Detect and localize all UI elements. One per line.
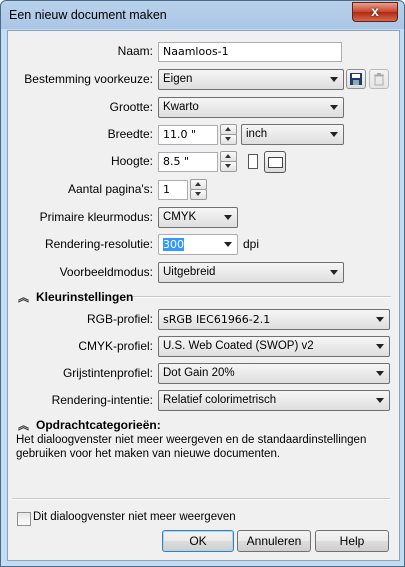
- spin-down-icon[interactable]: [220, 161, 237, 172]
- spin-down-icon[interactable]: [220, 134, 237, 145]
- chevron-down-icon: [376, 371, 384, 376]
- chevron-down-icon: [376, 317, 384, 322]
- category-description: Het dialoogvenster niet meer weergeven e…: [16, 434, 367, 460]
- naam-label: Naam:: [117, 44, 153, 58]
- kleurmodus-value: CMYK: [163, 211, 197, 223]
- category-title: Opdrachtcategorieën:: [36, 418, 161, 432]
- chevron-down-icon: [330, 105, 338, 110]
- delete-preset-button[interactable]: [369, 69, 389, 89]
- grootte-value: Kwarto: [163, 101, 199, 113]
- hoogte-label: Hoogte:: [110, 154, 153, 168]
- trash-icon: [374, 73, 384, 86]
- row-voorbeeld: Voorbeeldmodus: Uitgebreid: [8, 262, 399, 284]
- kleurmodus-label: Primaire kleurmodus:: [39, 210, 153, 224]
- resolutie-label: Rendering-resolutie:: [44, 237, 153, 251]
- row-rgb: RGB-profiel: sRGB IEC61966-2.1: [8, 309, 399, 331]
- row-kleurmodus: Primaire kleurmodus: CMYK: [8, 207, 399, 229]
- section-divider: [133, 296, 391, 298]
- row-naam: Naam: Naamloos-1: [8, 41, 399, 63]
- unit-select[interactable]: inch: [241, 124, 344, 145]
- cancel-button[interactable]: Annuleren: [237, 530, 311, 552]
- voorbeeld-select[interactable]: Uitgebreid: [158, 262, 344, 283]
- unit-value: inch: [246, 128, 268, 140]
- dont-show-checkbox[interactable]: [17, 512, 31, 526]
- chevron-down-icon: [330, 77, 338, 82]
- voorbeeld-value: Uitgebreid: [163, 266, 216, 278]
- row-hoogte: Hoogte: 8.5 ": [8, 151, 399, 173]
- kleurmodus-select[interactable]: CMYK: [158, 207, 238, 228]
- rgb-value: sRGB IEC61966-2.1: [163, 313, 271, 326]
- category-header[interactable]: ︽ Opdrachtcategorieën:: [16, 417, 386, 433]
- breedte-input[interactable]: 11.0 ": [158, 125, 218, 145]
- breedte-label: Breedte:: [107, 127, 153, 141]
- chevron-down-icon: [224, 215, 232, 220]
- paginas-spinner[interactable]: [190, 179, 207, 200]
- save-preset-button[interactable]: [346, 69, 366, 89]
- grijs-profile-select[interactable]: Dot Gain 20%: [158, 363, 390, 384]
- landscape-orientation-button[interactable]: [264, 151, 286, 173]
- row-grootte: Grootte: Kwarto: [8, 97, 399, 119]
- naam-input[interactable]: Naamloos-1: [158, 42, 342, 62]
- help-button[interactable]: Help: [315, 530, 389, 552]
- color-settings-title: Kleurinstellingen: [36, 290, 134, 304]
- collapse-icon: ︽: [18, 292, 29, 304]
- title-bar[interactable]: Een nieuw document maken x: [1, 1, 404, 29]
- dialog-body: Naam: Naamloos-1 Bestemming voorkeuze: E…: [7, 30, 400, 561]
- resolutie-value: 300: [163, 238, 184, 251]
- paginas-label: Aantal pagina's:: [67, 182, 153, 196]
- intentie-label: Rendering-intentie:: [51, 393, 153, 407]
- bestemming-value: Eigen: [163, 73, 193, 85]
- paginas-input[interactable]: 1: [158, 180, 188, 200]
- chevron-down-icon: [330, 132, 338, 137]
- grootte-select[interactable]: Kwarto: [158, 97, 344, 118]
- row-breedte: Breedte: 11.0 " inch: [8, 124, 399, 146]
- hoogte-input[interactable]: 8.5 ": [158, 152, 218, 172]
- bestemming-label: Bestemming voorkeuze:: [24, 72, 153, 86]
- bestemming-select[interactable]: Eigen: [158, 69, 344, 90]
- cmyk-profile-select[interactable]: U.S. Web Coated (SWOP) v2: [158, 336, 390, 357]
- grijs-value: Dot Gain 20%: [163, 367, 235, 379]
- cmyk-value: U.S. Web Coated (SWOP) v2: [163, 340, 314, 352]
- footer-divider: [12, 498, 390, 500]
- row-bestemming: Bestemming voorkeuze: Eigen: [8, 69, 399, 91]
- dialog-window: Een nieuw document maken x Naam: Naamloo…: [0, 0, 405, 567]
- breedte-spinner[interactable]: [220, 124, 237, 145]
- chevron-down-icon: [376, 398, 384, 403]
- landscape-orientation-icon: [268, 157, 283, 168]
- row-grijs: Grijstintenprofiel: Dot Gain 20%: [8, 363, 399, 385]
- collapse-icon: ︽: [18, 420, 29, 432]
- rgb-profile-select[interactable]: sRGB IEC61966-2.1: [158, 309, 390, 330]
- close-button[interactable]: x: [352, 2, 398, 22]
- resolutie-unit: dpi: [243, 237, 260, 251]
- close-icon: x: [371, 3, 379, 19]
- row-cmyk: CMYK-profiel: U.S. Web Coated (SWOP) v2: [8, 336, 399, 358]
- voorbeeld-label: Voorbeeldmodus:: [59, 265, 153, 279]
- grijs-label: Grijstintenprofiel:: [62, 366, 153, 380]
- floppy-disk-icon: [350, 73, 362, 85]
- row-paginas: Aantal pagina's: 1: [8, 179, 399, 201]
- intentie-value: Relatief colorimetrisch: [163, 394, 277, 406]
- window-title: Een nieuw document maken: [9, 8, 167, 22]
- grootte-label: Grootte:: [109, 100, 153, 114]
- portrait-orientation-icon[interactable]: [248, 154, 258, 169]
- rgb-label: RGB-profiel:: [86, 312, 153, 326]
- ok-button[interactable]: OK: [162, 530, 234, 552]
- chevron-down-icon: [224, 242, 232, 247]
- resolutie-combo[interactable]: 300: [158, 234, 238, 255]
- row-resolutie: Rendering-resolutie: 300 dpi: [8, 234, 399, 256]
- chevron-down-icon: [330, 270, 338, 275]
- hoogte-spinner[interactable]: [220, 151, 237, 172]
- chevron-down-icon: [376, 344, 384, 349]
- cmyk-label: CMYK-profiel:: [78, 339, 153, 353]
- row-intentie: Rendering-intentie: Relatief colorimetri…: [8, 390, 399, 412]
- spin-down-icon[interactable]: [190, 189, 207, 200]
- dont-show-label[interactable]: Dit dialoogvenster niet meer weergeven: [33, 511, 236, 523]
- intentie-select[interactable]: Relatief colorimetrisch: [158, 390, 390, 411]
